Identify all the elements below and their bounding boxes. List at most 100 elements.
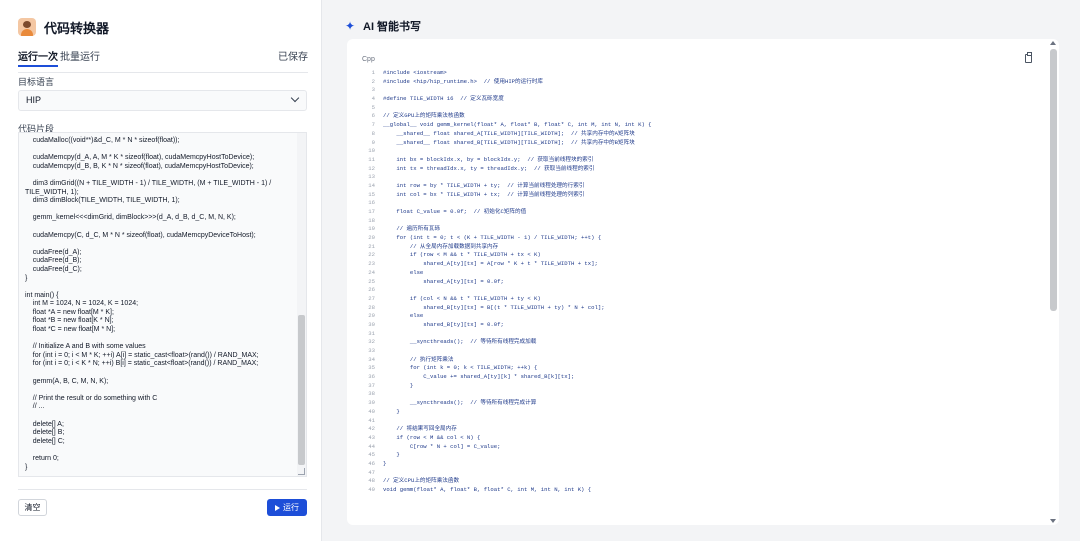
- target-language-select[interactable]: HIP: [18, 90, 307, 111]
- line-text: }: [383, 407, 400, 415]
- editor-scrollbar-thumb[interactable]: [298, 315, 305, 465]
- code-line: 6 // 定义GPU上的矩阵乘法核函数: [361, 112, 1041, 121]
- line-text: }: [383, 459, 387, 467]
- left-panel: 代码转换器 运行一次 批量运行 已保存 目标语言 HIP 代码片段 cudaMa…: [0, 0, 322, 541]
- scroll-up-icon[interactable]: [1050, 41, 1056, 45]
- sparkle-icon: ✦: [345, 19, 356, 33]
- code-line: 13: [361, 173, 1041, 182]
- run-button[interactable]: 运行: [267, 499, 307, 516]
- line-text: #include <iostream>: [383, 69, 447, 76]
- avatar-logo-icon: [18, 18, 36, 36]
- code-line: 38: [361, 390, 1041, 399]
- ai-panel-title: AI 智能书写: [363, 21, 422, 33]
- code-line: 11 int bx = blockIdx.x, by = blockIdx.y;…: [361, 156, 1041, 165]
- target-language-label: 目标语言: [18, 77, 55, 87]
- line-number: 39: [368, 399, 375, 407]
- line-number: 27: [368, 294, 375, 302]
- resize-handle-icon[interactable]: [298, 468, 305, 475]
- code-line: 36 C_value += shared_A[ty][k] * shared_B…: [361, 373, 1041, 382]
- line-text: if (row < M && col < N) {: [383, 433, 481, 441]
- line-number: 18: [368, 216, 375, 224]
- line-number: 40: [368, 407, 375, 415]
- code-line: 42 // 将结果写回全局内存: [361, 425, 1041, 434]
- line-text: shared_B[ty][tx] = 0.0f;: [383, 320, 504, 328]
- code-line: 39 __syncthreads(); // 等待所有线程完成计算: [361, 399, 1041, 408]
- line-text: int tx = threadIdx.x, ty = threadIdx.y; …: [383, 164, 595, 172]
- code-line: 43 if (row < M && col < N) {: [361, 434, 1041, 443]
- line-text: int row = by * TILE_WIDTH + ty; // 计算当前线…: [383, 181, 585, 189]
- line-number: 14: [368, 181, 375, 189]
- code-snippet-editor[interactable]: cudaMalloc((void**)&d_C, M * N * sizeof(…: [18, 132, 307, 477]
- line-text: else: [383, 268, 424, 276]
- line-number: 37: [368, 381, 375, 389]
- line-number: 24: [368, 268, 375, 276]
- ai-panel-header: ✦ AI 智能书写: [345, 17, 421, 35]
- line-number: 13: [368, 173, 375, 181]
- line-number: 6: [371, 112, 375, 120]
- line-number: 41: [368, 416, 375, 424]
- scroll-down-icon[interactable]: [1050, 519, 1056, 523]
- line-text: void gemm(float* A, float* B, float* C, …: [383, 486, 592, 493]
- line-number: 9: [371, 138, 375, 146]
- code-line: 10: [361, 147, 1041, 156]
- code-line: 9 __shared__ float shared_B[TILE_WIDTH][…: [361, 139, 1041, 148]
- line-number: 33: [368, 347, 375, 354]
- line-number: 29: [368, 312, 375, 320]
- divider: [18, 489, 307, 490]
- line-number: 26: [368, 286, 375, 294]
- code-line: 26: [361, 286, 1041, 295]
- code-snippet-text[interactable]: cudaMalloc((void**)&d_C, M * N * sizeof(…: [25, 137, 297, 472]
- code-line: 35 for (int k = 0; k < TILE_WIDTH; ++k) …: [361, 364, 1041, 373]
- ai-output-card: Cpp 1 #include <iostream> 2 #include <hip/h…: [347, 39, 1059, 525]
- clipboard-icon[interactable]: [1025, 52, 1032, 63]
- code-line: 28 shared_B[ty][tx] = B[(t * TILE_WIDTH …: [361, 304, 1041, 313]
- code-line: 19 // 遍历所有瓦砾: [361, 225, 1041, 234]
- code-line: 16: [361, 199, 1041, 208]
- line-text: }: [383, 451, 400, 459]
- line-text: }: [383, 381, 414, 389]
- code-line: 22 if (row < M && t * TILE_WIDTH + tx < …: [361, 251, 1041, 260]
- line-number: 36: [368, 373, 375, 381]
- clear-button[interactable]: 清空: [18, 499, 47, 516]
- line-number: 28: [368, 303, 375, 311]
- run-button-label: 运行: [283, 503, 299, 512]
- line-text: // 定义CPU上的矩阵乘法函数: [383, 477, 460, 485]
- line-number: 44: [368, 442, 375, 450]
- code-line: 21 // 从全局内存加载数据到共享内存: [361, 243, 1041, 252]
- editor-scrollbar[interactable]: [297, 133, 306, 476]
- line-number: 30: [368, 320, 375, 328]
- code-line: 25 shared_A[ty][tx] = 0.0f;: [361, 278, 1041, 287]
- code-line: 40 }: [361, 408, 1041, 417]
- code-language-label: Cpp: [362, 56, 375, 63]
- code-line: 45 }: [361, 451, 1041, 460]
- tab-bar: 运行一次 批量运行 已保存: [18, 47, 308, 73]
- line-text: shared_A[ty][tx] = A[row * K + t * TILE_…: [383, 260, 598, 268]
- output-scrollbar[interactable]: [1049, 39, 1058, 525]
- target-language-value: HIP: [26, 95, 42, 105]
- output-scrollbar-thumb[interactable]: [1050, 49, 1057, 311]
- line-number: 34: [368, 355, 375, 363]
- line-number: 2: [371, 77, 375, 85]
- line-text: // 定义GPU上的矩阵乘法核函数: [383, 112, 465, 120]
- play-icon: [275, 504, 280, 511]
- line-number: 5: [371, 103, 375, 111]
- line-number: 46: [368, 459, 375, 467]
- tab-batch-run[interactable]: 批量运行: [60, 48, 100, 63]
- code-line: 20 for (int t = 0; t < (K + TILE_WIDTH -…: [361, 234, 1041, 243]
- code-line: 24 else: [361, 269, 1041, 278]
- line-number: 25: [368, 277, 375, 285]
- line-number: 32: [368, 338, 375, 346]
- line-number: 10: [368, 147, 375, 155]
- tab-run-once[interactable]: 运行一次: [18, 48, 58, 67]
- line-number: 8: [371, 129, 375, 137]
- line-number: 21: [368, 242, 375, 250]
- line-number: 16: [368, 199, 375, 207]
- line-number: 4: [371, 95, 375, 103]
- chevron-down-icon: [290, 93, 300, 103]
- code-line: 44 C[row * N + col] = C_value;: [361, 443, 1041, 452]
- code-line: 23 shared_A[ty][tx] = A[row * K + t * TI…: [361, 260, 1041, 269]
- line-text: #include <hip/hip_runtime.h> // 使用HIP的运行…: [383, 77, 544, 85]
- line-number: 12: [368, 164, 375, 172]
- line-text: float C_value = 0.0f; // 初始化C矩阵的值: [383, 208, 527, 215]
- line-number: 42: [368, 425, 375, 433]
